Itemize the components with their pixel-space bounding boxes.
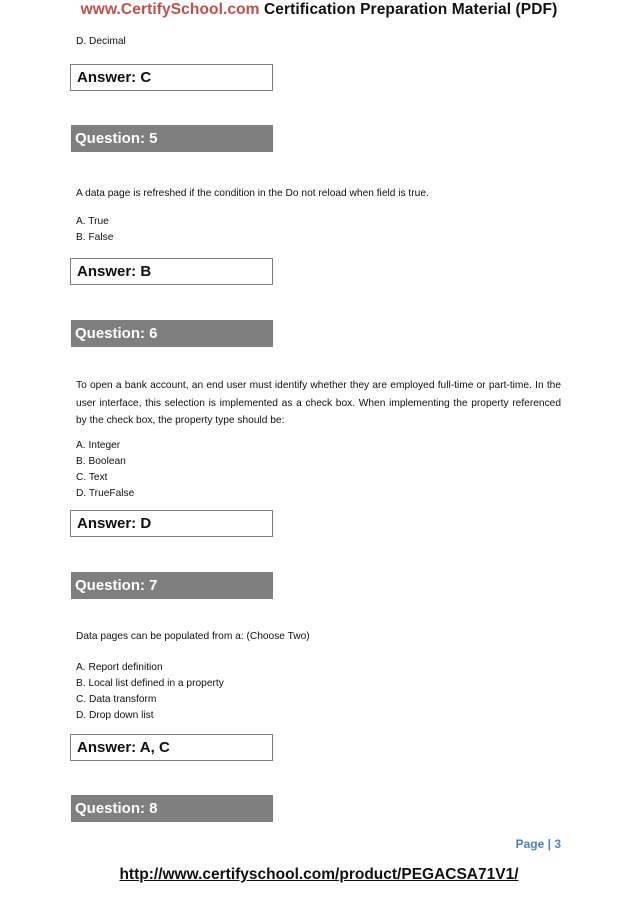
option-6d: D. TrueFalse bbox=[76, 488, 135, 499]
option-7c: C. Data transform bbox=[76, 694, 157, 705]
question-header-8: Question: 8 bbox=[71, 795, 273, 822]
question-header-7: Question: 7 bbox=[71, 572, 273, 599]
page-header: www.CertifySchool.com Certification Prep… bbox=[0, 1, 638, 19]
option-7d: D. Drop down list bbox=[76, 710, 154, 721]
question-text-7: Data pages can be populated from a: (Cho… bbox=[76, 631, 310, 642]
answer-box-q7: Answer: A, C bbox=[70, 734, 273, 761]
product-url-link[interactable]: http://www.certifyschool.com/product/PEG… bbox=[0, 866, 638, 884]
question-header-6: Question: 6 bbox=[71, 320, 273, 347]
answer-box-q4: Answer: C bbox=[70, 64, 273, 91]
brand-link[interactable]: www.CertifySchool.com bbox=[81, 1, 260, 18]
answer-box-q5: Answer: B bbox=[70, 258, 273, 285]
question-text-5: A data page is refreshed if the conditio… bbox=[76, 188, 429, 199]
option-7a: A. Report definition bbox=[76, 662, 163, 673]
question-text-6: To open a bank account, an end user must… bbox=[76, 380, 561, 426]
question-header-5: Question: 5 bbox=[71, 125, 273, 152]
header-title: Certification Preparation Material (PDF) bbox=[259, 1, 558, 18]
carryover-option: D. Decimal bbox=[76, 36, 126, 47]
answer-box-q6: Answer: D bbox=[70, 510, 273, 537]
option-6b: B. Boolean bbox=[76, 456, 126, 467]
option-6a: A. Integer bbox=[76, 440, 121, 451]
option-6c: C. Text bbox=[76, 472, 108, 483]
option-5a: A. True bbox=[76, 216, 109, 227]
page-number: Page | 3 bbox=[515, 837, 561, 851]
option-7b: B. Local list defined in a property bbox=[76, 678, 224, 689]
option-5b: B. False bbox=[76, 232, 114, 243]
